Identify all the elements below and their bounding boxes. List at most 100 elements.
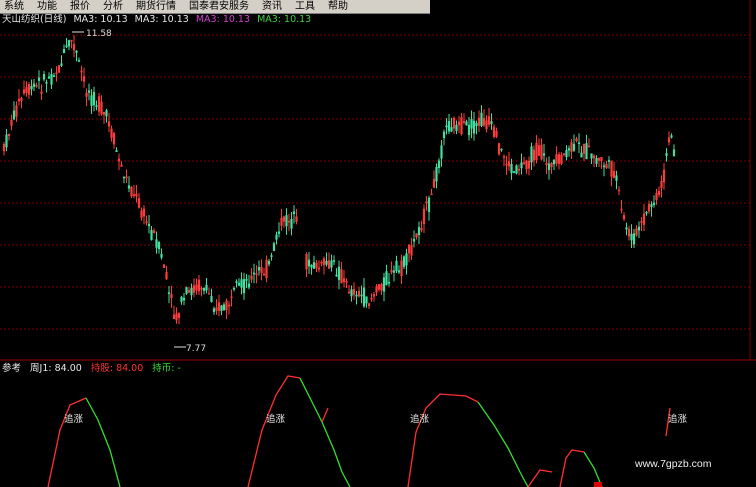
candle-body: [202, 287, 206, 291]
candle-body: [157, 242, 161, 250]
chart-canvas: 11.58 7.77 追涨 追涨 追涨 追涨: [0, 0, 756, 487]
candle-body: [45, 81, 48, 84]
candle-body: [330, 260, 333, 268]
signal-label: 追涨: [64, 413, 84, 425]
candle-body: [32, 83, 36, 87]
low-price-label: 7.77: [186, 344, 206, 354]
indicator-segment: [299, 377, 351, 487]
indicator-segment: [321, 407, 329, 423]
candle-body: [435, 166, 438, 182]
candle-body: [252, 272, 256, 275]
candle-body: [292, 211, 296, 215]
candle-body: [247, 283, 251, 288]
indicator-segment: [559, 449, 585, 487]
candle-body: [402, 256, 406, 267]
candle-body: [490, 121, 493, 125]
candle-body: [155, 239, 158, 248]
candle-body: [385, 271, 388, 286]
coin-hold-value: 持币: -: [152, 363, 181, 374]
high-price-label: 11.58: [86, 29, 112, 39]
candle-body: [52, 75, 56, 77]
candle-body: [160, 253, 163, 258]
candle-body: [632, 233, 636, 245]
j1-value: 周J1: 84.00: [30, 363, 82, 374]
candle-body: [5, 134, 8, 148]
indicator-panel-header: 参考 周J1: 84.00 持股: 84.00 持币: -: [2, 363, 187, 375]
candle-body: [95, 105, 98, 107]
candle-body: [127, 185, 131, 189]
grid-lines: [0, 34, 750, 330]
signal-labels: 追涨 追涨 追涨 追涨: [64, 413, 688, 425]
candle-body: [210, 295, 213, 303]
candle-body: [607, 160, 611, 162]
indicator-name: 参考: [2, 363, 22, 374]
candle-body: [235, 281, 238, 283]
candle-body: [397, 270, 401, 273]
candle-body: [382, 277, 386, 292]
candle-body: [285, 215, 288, 227]
candle-body: [12, 110, 16, 120]
candle-body: [30, 86, 33, 90]
candle-body: [585, 143, 588, 160]
candle-body: [190, 287, 193, 296]
candle-body: [77, 60, 81, 62]
indicator-segment: [407, 393, 479, 487]
candle-body: [237, 282, 241, 286]
candle-body: [470, 119, 473, 129]
candle-body: [395, 260, 398, 271]
candle-body: [565, 150, 568, 158]
candle-body: [520, 162, 523, 169]
candle-body: [232, 287, 236, 290]
candle-body: [50, 74, 53, 85]
candle-body: [442, 131, 446, 139]
candle-body: [510, 164, 513, 174]
candle-body: [670, 135, 673, 138]
candle-body: [75, 50, 78, 53]
candle-body: [337, 266, 341, 280]
candle-body: [445, 125, 448, 128]
candle-body: [365, 296, 368, 304]
candle-body: [455, 124, 458, 131]
candle-body: [652, 202, 656, 205]
candle-body: [272, 243, 276, 251]
signal-label: 追涨: [266, 413, 286, 425]
candle-body: [615, 175, 618, 181]
candle-body: [115, 150, 118, 152]
price-annotations: 11.58 7.77: [72, 29, 206, 354]
candle-body: [552, 159, 556, 165]
candle-body: [267, 261, 271, 265]
site-watermark: www.7gpzb.com: [635, 458, 712, 470]
candle-body: [625, 227, 628, 230]
candle-body: [665, 153, 668, 156]
candlestick-series: [2, 35, 676, 325]
candle-body: [185, 287, 188, 294]
candle-body: [467, 124, 471, 136]
candle-body: [122, 176, 126, 179]
candle-body: [350, 289, 353, 297]
candle-body: [630, 233, 633, 241]
candle-body: [212, 308, 216, 313]
candle-body: [105, 110, 108, 117]
candle-body: [87, 90, 91, 93]
candle-body: [47, 76, 51, 79]
candle-body: [182, 297, 186, 301]
candle-body: [325, 260, 328, 265]
candle-body: [205, 284, 208, 291]
candle-body: [440, 145, 443, 159]
candle-body: [147, 223, 151, 227]
candle-body: [242, 279, 246, 294]
candle-body: [65, 45, 68, 48]
candle-body: [450, 127, 453, 132]
signal-label: 追涨: [668, 413, 688, 425]
candle-body: [567, 148, 571, 151]
candle-body: [332, 260, 336, 262]
indicator-segment: [247, 375, 301, 487]
candle-body: [270, 255, 273, 257]
candle-body: [167, 292, 171, 294]
candle-body: [512, 171, 516, 173]
indicator-segment: [85, 397, 121, 487]
candle-body: [37, 77, 41, 81]
candle-body: [220, 305, 223, 311]
candle-body: [437, 160, 441, 168]
candle-body: [405, 253, 408, 266]
